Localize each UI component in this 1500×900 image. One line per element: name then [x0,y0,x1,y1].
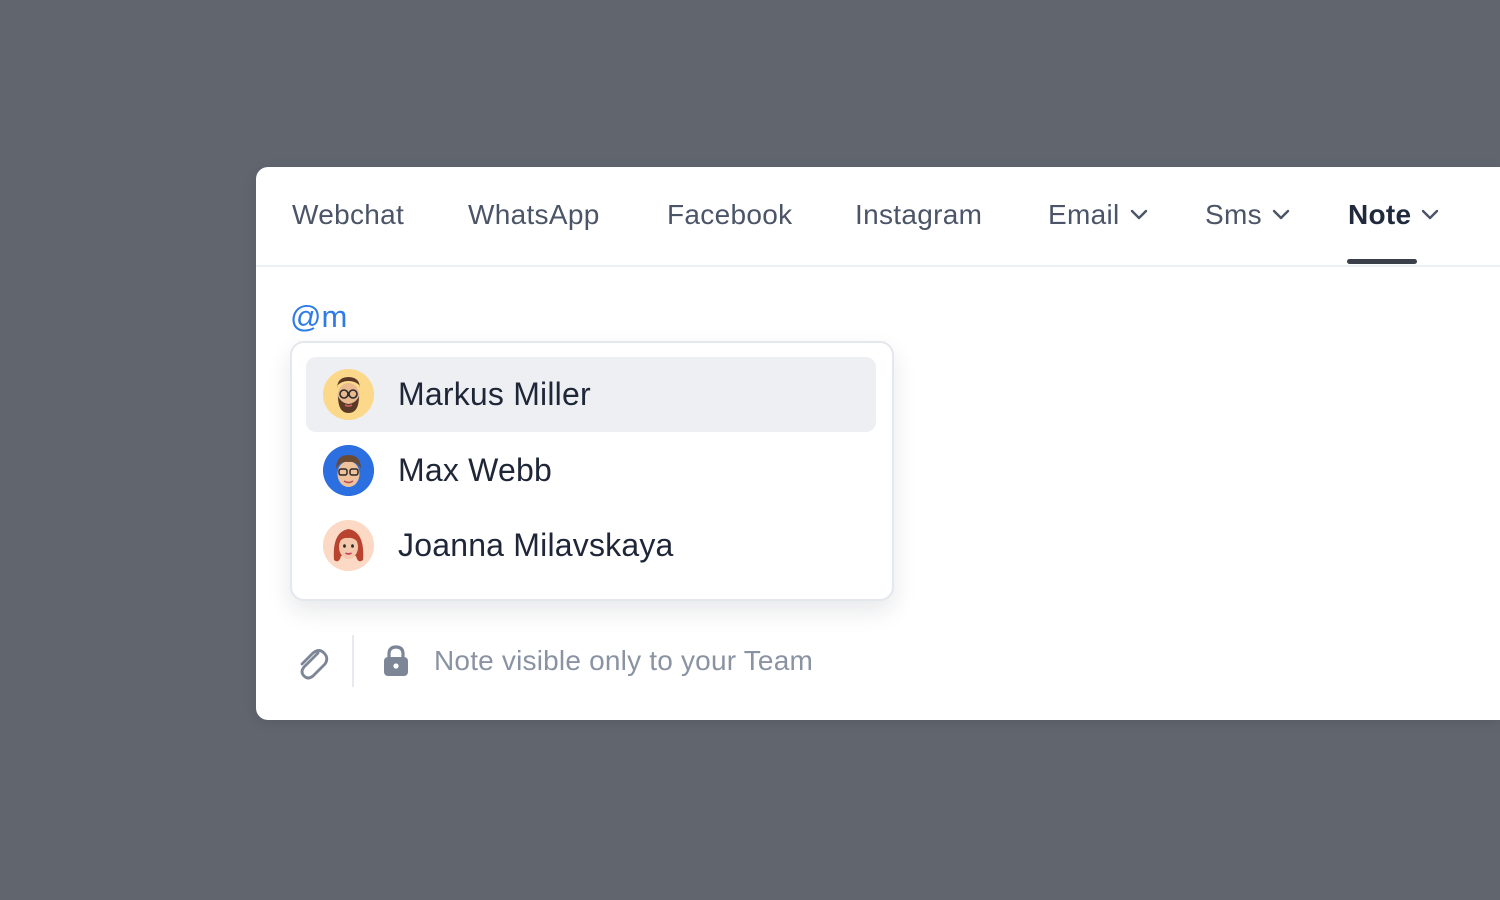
paperclip-icon[interactable] [294,643,330,683]
tab-note[interactable]: Note [1348,199,1439,265]
mention-option-name: Joanna Milavskaya [398,527,674,563]
reply-composer-panel: Webchat WhatsApp Facebook Instagram Emai… [256,167,1500,720]
mention-option[interactable]: Markus Miller [306,357,876,432]
chevron-down-icon [1130,209,1147,220]
tab-whatsapp[interactable]: WhatsApp [468,199,600,265]
footer-divider [352,635,354,687]
chevron-down-icon [1422,209,1439,220]
tab-email[interactable]: Email [1048,199,1148,265]
tab-webchat[interactable]: Webchat [292,199,404,265]
mention-option[interactable]: Joanna Milavskaya [306,508,876,583]
lock-icon [384,645,408,676]
tab-label: Facebook [667,199,793,230]
note-visibility-text: Note visible only to your Team [434,645,813,676]
tab-label: Sms [1205,199,1262,230]
tab-sms[interactable]: Sms [1205,199,1290,265]
mention-option[interactable]: Max Webb [306,433,876,508]
red-haired-woman-memoji-icon [323,520,374,571]
mention-option-name: Max Webb [398,452,552,488]
tab-label: Webchat [292,199,405,230]
tab-instagram[interactable]: Instagram [855,199,982,265]
tab-label: Note [1348,199,1412,230]
avatar [323,369,374,420]
tab-label: Instagram [855,199,983,230]
tab-facebook[interactable]: Facebook [667,199,792,265]
avatar [323,520,374,571]
mention-suggestions-dropdown: Markus Miller Max Webb Joanna Milavskaya [290,341,894,601]
chevron-down-icon [1272,209,1290,220]
mention-option-name: Markus Miller [398,376,591,412]
tab-label: WhatsApp [468,199,600,230]
active-tab-indicator [1347,259,1417,264]
channel-tabs: Webchat WhatsApp Facebook Instagram Emai… [256,167,1500,267]
composer-mention-text[interactable]: @m [290,299,347,335]
tab-label: Email [1048,199,1120,230]
bearded-man-glasses-memoji-icon [323,369,374,420]
avatar [323,445,374,496]
man-glasses-memoji-icon [323,445,374,496]
